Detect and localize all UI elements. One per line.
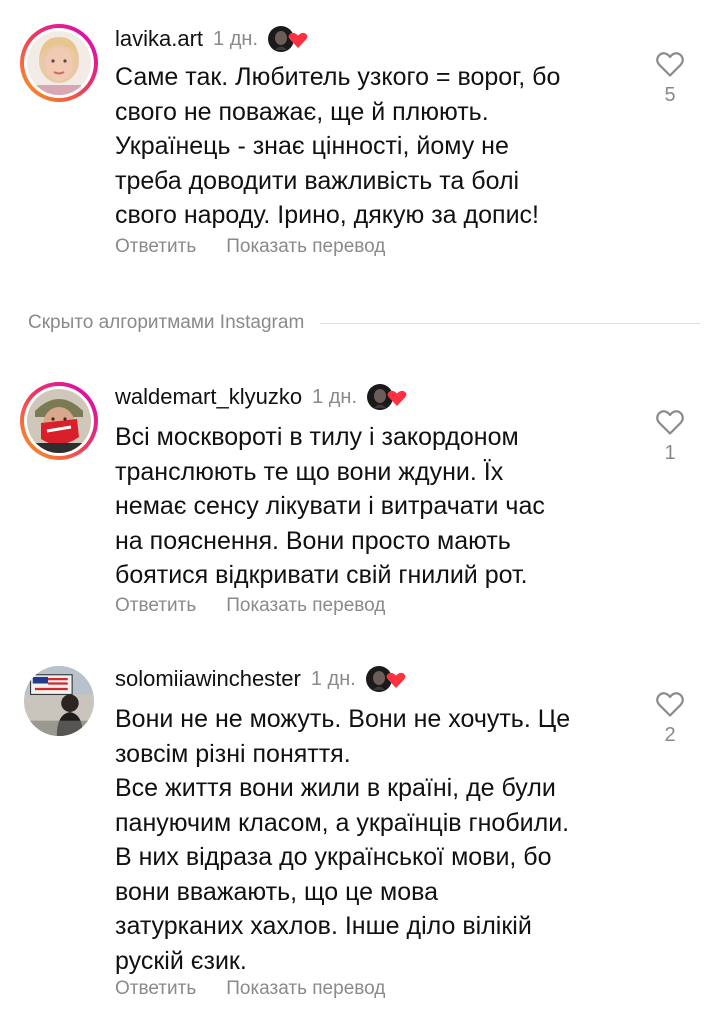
avatar[interactable] (20, 662, 98, 740)
comment-actions: Ответить Показать перевод (115, 236, 385, 266)
like-heart-icon[interactable] (655, 690, 685, 718)
avatar-story-ring[interactable] (20, 382, 98, 460)
show-translation-button[interactable]: Показать перевод (226, 595, 385, 625)
hidden-comments-separator[interactable]: Скрыто алгоритмами Instagram (28, 311, 700, 335)
like-area: 5 (650, 50, 690, 107)
like-area: 2 (650, 690, 690, 747)
show-translation-button[interactable]: Показать перевод (226, 978, 385, 1008)
comment-header: lavika.art 1 дн. (115, 24, 310, 54)
divider (320, 322, 700, 324)
show-translation-button[interactable]: Показать перевод (226, 236, 385, 266)
like-area: 1 (650, 408, 690, 465)
author-liked-icon (365, 664, 408, 694)
comment-username[interactable]: solomiiawinchester (115, 666, 301, 692)
reply-button[interactable]: Ответить (115, 978, 196, 1008)
reply-button[interactable]: Ответить (115, 236, 196, 266)
comment-text: Всі москвороті в тилу і закордоном транс… (115, 423, 545, 589)
comment-text: Вони не не можуть. Вони не хочуть. Це зо… (115, 705, 571, 975)
comment-text: Саме так. Любитель узкого = ворог, бо св… (115, 63, 561, 229)
author-liked-icon (268, 24, 310, 54)
comment-header: solomiiawinchester 1 дн. (115, 664, 408, 694)
like-heart-icon[interactable] (655, 408, 685, 436)
comment-actions: Ответить Показать перевод (115, 978, 385, 1008)
like-count: 2 (664, 724, 676, 746)
like-heart-icon[interactable] (655, 50, 685, 78)
comment-timestamp: 1 дн. (213, 27, 258, 50)
comment-username[interactable]: lavika.art (115, 26, 203, 52)
comment-header: waldemart_klyuzko 1 дн. (115, 382, 409, 412)
protest-sign-avatar-icon (24, 666, 94, 736)
author-liked-icon (367, 382, 409, 412)
woman-avatar-icon (27, 31, 91, 95)
like-count: 5 (664, 84, 676, 106)
comment-username[interactable]: waldemart_klyuzko (115, 384, 302, 410)
reply-button[interactable]: Ответить (115, 595, 196, 625)
like-count: 1 (664, 442, 676, 464)
masked-man-avatar-icon (27, 389, 91, 453)
comment-timestamp: 1 дн. (312, 385, 358, 408)
hidden-comments-label: Скрыто алгоритмами Instagram (28, 312, 305, 333)
comment-timestamp: 1 дн. (310, 667, 356, 690)
comment-actions: Ответить Показать перевод (115, 595, 385, 625)
avatar-story-ring[interactable] (20, 24, 98, 102)
